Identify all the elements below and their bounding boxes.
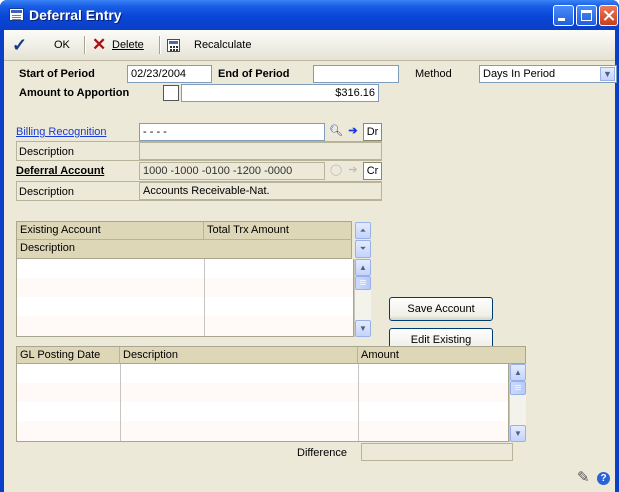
magnifier-icon[interactable]: 🔍︎ [328, 124, 344, 140]
dr-button[interactable]: Dr [363, 123, 382, 141]
col-description[interactable]: Description [17, 240, 75, 257]
delete-label: Delete [112, 39, 144, 51]
billing-desc-label: Description [19, 146, 75, 158]
method-label: Method [415, 68, 452, 80]
amount-apportion-field[interactable]: $316.16 [181, 84, 379, 102]
table-row[interactable] [17, 421, 508, 441]
window-title: Deferral Entry [29, 7, 122, 23]
table-row[interactable] [17, 316, 353, 336]
scroll-thumb[interactable] [510, 381, 526, 395]
col-gl-posting-date[interactable]: GL Posting Date [17, 347, 100, 364]
existing-grid-scrollbar[interactable]: ▲ ▼ [354, 259, 371, 337]
grid-divider [120, 364, 121, 441]
method-select[interactable]: Days In Period ▼ [479, 65, 617, 83]
col-amount[interactable]: Amount [358, 347, 399, 364]
table-row[interactable] [17, 383, 508, 403]
save-account-label: Save Account [407, 303, 475, 315]
edit-existing-label: Edit Existing [410, 334, 472, 346]
deferral-desc-label: Description [19, 186, 75, 198]
arrow-right-icon[interactable]: ➔ [345, 163, 361, 179]
maximize-button[interactable] [576, 5, 597, 26]
posting-grid-body[interactable] [16, 364, 509, 442]
method-value: Days In Period [483, 68, 556, 80]
col-posting-description[interactable]: Description [120, 347, 178, 364]
window-client: ✓ OK ✕ Delete Recalculate Start of Perio… [4, 30, 617, 492]
scroll-up-button[interactable]: ▲ [510, 364, 526, 381]
calculator-icon [167, 39, 180, 52]
magnifier-icon[interactable]: ◯ [328, 163, 344, 179]
expand-rows-button[interactable]: ⏷ [355, 240, 371, 258]
toolbar: ✓ OK ✕ Delete Recalculate [4, 30, 615, 61]
recalculate-label: Recalculate [194, 39, 252, 51]
billing-recognition-link[interactable]: Billing Recognition [16, 126, 107, 138]
ok-label: OK [54, 39, 70, 51]
table-row[interactable] [17, 278, 353, 298]
help-icon[interactable]: ? [597, 472, 610, 485]
window-icon [9, 8, 24, 21]
save-account-button[interactable]: Save Account [389, 297, 493, 321]
deferral-form: Start of Period 02/23/2004 End of Period… [16, 64, 617, 461]
deferral-entry-window: Deferral Entry ✓ OK ✕ Delete Recalculate… [0, 0, 619, 492]
cr-button[interactable]: Cr [363, 162, 382, 180]
collapse-rows-button[interactable]: ⏶ [355, 222, 371, 239]
grid-divider [204, 259, 205, 336]
deferral-desc-field: Accounts Receivable-Nat. [139, 182, 382, 200]
table-row[interactable] [17, 364, 508, 384]
arrow-right-icon[interactable]: ➔ [345, 124, 361, 140]
toolbar-separator [84, 36, 86, 54]
toolbar-separator [159, 36, 161, 54]
col-existing-account[interactable]: Existing Account [17, 222, 101, 239]
posting-grid-scrollbar[interactable]: ▲ ▼ [509, 364, 526, 442]
close-button[interactable] [599, 5, 618, 26]
start-period-label: Start of Period [19, 68, 95, 80]
amount-apportion-label: Amount to Apportion [19, 87, 130, 99]
scroll-down-button[interactable]: ▼ [510, 425, 526, 442]
table-row[interactable] [17, 297, 353, 317]
scroll-up-button[interactable]: ▲ [355, 259, 371, 276]
note-icon[interactable]: ✎ [577, 470, 590, 485]
table-row[interactable] [17, 402, 508, 422]
scroll-thumb[interactable] [355, 276, 371, 290]
billing-desc-field [139, 142, 382, 160]
note-icon[interactable] [163, 85, 179, 101]
scroll-down-button[interactable]: ▼ [355, 320, 371, 337]
grid-divider [358, 364, 359, 441]
end-period-field[interactable] [313, 65, 399, 83]
table-row[interactable] [17, 259, 353, 279]
difference-field [361, 443, 513, 461]
billing-account-field[interactable]: - - - - [139, 123, 325, 141]
existing-grid-body[interactable] [16, 259, 354, 337]
minimize-button[interactable] [553, 5, 574, 26]
title-bar[interactable]: Deferral Entry [0, 0, 619, 30]
deferral-account-field: 1000 -1000 -0100 -1200 -0000 [139, 162, 325, 180]
chevron-down-icon[interactable]: ▼ [600, 67, 615, 81]
end-period-label: End of Period [218, 68, 290, 80]
x-icon: ✕ [92, 35, 107, 54]
col-total-trx-amount[interactable]: Total Trx Amount [204, 222, 289, 239]
difference-label: Difference [297, 447, 347, 459]
deferral-account-label: Deferral Account [16, 165, 105, 177]
start-period-field[interactable]: 02/23/2004 [127, 65, 212, 83]
checkmark-icon: ✓ [12, 35, 28, 55]
status-bar: ✎ ? [4, 466, 615, 492]
